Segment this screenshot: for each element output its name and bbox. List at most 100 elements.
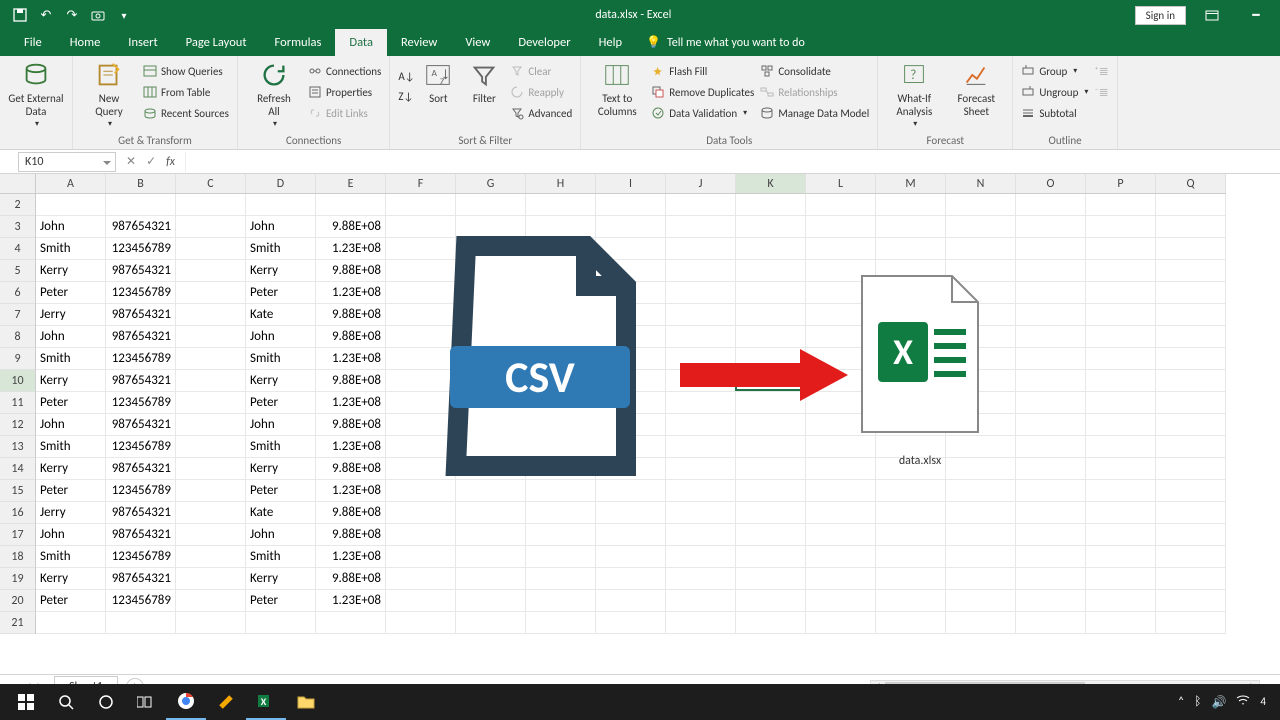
cell[interactable] [666,568,736,590]
cell[interactable] [666,326,736,348]
tab-home[interactable]: Home [56,29,115,56]
row-header[interactable]: 21 [0,612,35,634]
cell[interactable]: 987654321 [106,414,176,436]
cell[interactable] [596,568,666,590]
cell[interactable] [666,216,736,238]
cell[interactable]: 987654321 [106,524,176,546]
cell[interactable]: John [246,414,316,436]
column-header[interactable]: L [806,174,876,193]
enter-icon[interactable]: ✓ [146,154,156,169]
tab-view[interactable]: View [451,29,504,56]
cell[interactable] [386,568,456,590]
tray-expand-icon[interactable]: ˄ [1178,695,1184,709]
cell[interactable]: Peter [36,392,106,414]
cell[interactable] [36,612,106,634]
row-header[interactable]: 12 [0,414,35,436]
cell[interactable] [526,524,596,546]
cell[interactable] [666,436,736,458]
cell[interactable]: 1.23E+08 [316,436,386,458]
cell[interactable] [596,348,666,370]
qat-customize-icon[interactable]: ▾ [116,7,132,23]
cell[interactable] [876,546,946,568]
cell[interactable] [1016,458,1086,480]
cell[interactable] [526,216,596,238]
cell[interactable] [386,590,456,612]
cell[interactable] [806,392,876,414]
cell[interactable] [386,348,456,370]
group-button[interactable]: Group▾ [1021,62,1088,80]
cell[interactable] [176,348,246,370]
subtotal-button[interactable]: Subtotal [1021,104,1088,122]
cell[interactable] [806,502,876,524]
row-header[interactable]: 13 [0,436,35,458]
row-header[interactable]: 15 [0,480,35,502]
cell[interactable] [736,480,806,502]
cell[interactable] [946,502,1016,524]
row-header[interactable]: 20 [0,590,35,612]
cell[interactable] [946,348,1016,370]
cell[interactable] [386,436,456,458]
cell[interactable] [526,436,596,458]
cell[interactable] [946,612,1016,634]
select-all-corner[interactable] [0,174,36,194]
column-header[interactable]: M [876,174,946,193]
excel-taskbar-icon[interactable]: X [246,684,286,720]
cell[interactable]: 9.88E+08 [316,502,386,524]
cell[interactable] [666,282,736,304]
cell[interactable] [806,282,876,304]
cell[interactable]: Smith [246,436,316,458]
cell[interactable] [1016,436,1086,458]
consolidate-button[interactable]: Consolidate [760,62,869,80]
row-header[interactable]: 6 [0,282,35,304]
cell[interactable] [1156,194,1226,216]
cell[interactable] [1086,590,1156,612]
cell[interactable] [386,458,456,480]
column-header[interactable]: G [456,174,526,193]
cell[interactable] [1086,194,1156,216]
cell[interactable]: John [36,216,106,238]
cell[interactable] [456,568,526,590]
cell[interactable] [456,260,526,282]
cell[interactable] [596,502,666,524]
cell[interactable] [806,436,876,458]
cell[interactable]: John [36,326,106,348]
column-header[interactable]: B [106,174,176,193]
cell[interactable] [666,480,736,502]
cell[interactable] [176,216,246,238]
cell[interactable] [876,568,946,590]
cell[interactable] [666,238,736,260]
cell[interactable] [736,348,806,370]
cell[interactable] [456,480,526,502]
cell[interactable]: 1.23E+08 [316,238,386,260]
cell[interactable] [176,524,246,546]
cell[interactable] [526,326,596,348]
cell[interactable] [1016,414,1086,436]
cell[interactable] [946,590,1016,612]
cell[interactable]: John [36,414,106,436]
cell[interactable]: Smith [246,238,316,260]
search-icon[interactable] [46,684,86,720]
properties-button[interactable]: Properties [308,83,381,101]
cell[interactable] [596,480,666,502]
get-external-data-button[interactable]: Get External Data▾ [8,60,64,130]
cell[interactable]: John [36,524,106,546]
manage-data-model-button[interactable]: Manage Data Model [760,104,869,122]
cell[interactable] [176,370,246,392]
tray-wifi-icon[interactable] [1236,694,1250,710]
cell[interactable] [246,194,316,216]
cell[interactable] [596,612,666,634]
undo-icon[interactable]: ↶ [38,7,54,23]
cell[interactable]: 123456789 [106,480,176,502]
sort-asc-button[interactable]: A↓ [398,68,412,86]
cell[interactable] [736,304,806,326]
cell[interactable] [736,326,806,348]
cell[interactable] [1016,216,1086,238]
cell[interactable] [526,304,596,326]
cell[interactable] [736,282,806,304]
row-headers[interactable]: 23456789101112131415161718192021 [0,194,36,634]
tab-formulas[interactable]: Formulas [261,29,336,56]
cell[interactable] [526,590,596,612]
connections-button[interactable]: Connections [308,62,381,80]
cell[interactable] [596,458,666,480]
cell[interactable]: Smith [36,436,106,458]
